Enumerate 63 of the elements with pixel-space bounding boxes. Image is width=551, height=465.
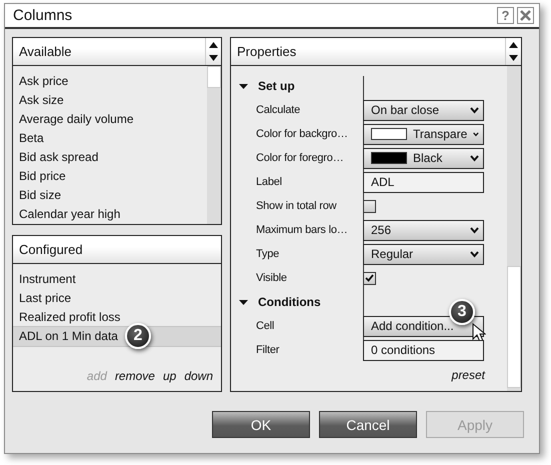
- scrollbar-thumb[interactable]: [507, 266, 521, 388]
- list-item[interactable]: Bid price: [13, 166, 207, 187]
- caret-icon: [470, 226, 479, 234]
- action-link[interactable]: up: [162, 369, 176, 383]
- color-dropdown[interactable]: Black: [363, 148, 484, 168]
- group-label: Conditions: [258, 295, 321, 309]
- list-item[interactable]: Beta: [13, 128, 207, 149]
- action-link[interactable]: down: [184, 369, 213, 383]
- caret-icon: [470, 154, 479, 162]
- step-callout: 3: [449, 298, 475, 324]
- dialog-button[interactable]: OK: [212, 411, 310, 438]
- property-label: Label: [255, 176, 283, 188]
- list-item[interactable]: Last price: [13, 288, 221, 309]
- dialog-button[interactable]: Cancel: [319, 411, 417, 438]
- panel-title: Available: [18, 44, 73, 59]
- dropdown[interactable]: Regular: [363, 244, 484, 264]
- caret-icon: [470, 106, 479, 114]
- add-condition-button[interactable]: Add condition...: [363, 316, 484, 336]
- property-label: Color for foregro…: [255, 152, 344, 164]
- step-callout: 2: [125, 323, 151, 349]
- property-label: Maximum bars lo…: [255, 224, 349, 236]
- list-item[interactable]: Bid ask spread: [13, 147, 207, 168]
- list-item[interactable]: Ask size: [13, 90, 207, 111]
- scroll-up-icon[interactable]: [509, 42, 518, 48]
- color-dropdown[interactable]: Transpare: [363, 124, 484, 144]
- expanded-triangle-icon[interactable]: [239, 298, 248, 306]
- scrollbar[interactable]: [507, 66, 521, 391]
- panel-title: Properties: [236, 44, 298, 59]
- checkbox[interactable]: [363, 200, 376, 212]
- dropdown[interactable]: 256: [363, 220, 484, 240]
- help-button[interactable]: ?: [497, 7, 514, 24]
- panel-title: Configured: [18, 242, 84, 257]
- scroll-down-icon[interactable]: [209, 55, 218, 62]
- list-item[interactable]: Average daily volume: [13, 109, 207, 130]
- property-label: Filter: [255, 344, 280, 356]
- property-label: Calculate: [255, 104, 302, 116]
- preset-link[interactable]: preset: [452, 368, 485, 382]
- property-label: Type: [255, 248, 280, 260]
- list-item[interactable]: ADL on 1 Min data 2: [13, 326, 221, 347]
- expanded-triangle-icon[interactable]: [239, 82, 248, 90]
- property-label: Color for backgro…: [255, 128, 349, 140]
- action-link[interactable]: remove: [114, 369, 155, 383]
- property-label: Cell: [255, 320, 276, 332]
- scrollbar-thumb[interactable]: [207, 66, 221, 88]
- dropdown[interactable]: On bar close: [363, 100, 484, 120]
- property-label: Visible: [255, 272, 288, 284]
- group-label: Set up: [258, 79, 295, 93]
- list-item[interactable]: Ask price: [13, 71, 207, 92]
- close-button[interactable]: [517, 7, 534, 24]
- list-item[interactable]: Instrument: [13, 269, 221, 290]
- list-item[interactable]: Calendar year high: [13, 204, 207, 225]
- checkbox[interactable]: [363, 272, 376, 284]
- list-item[interactable]: Bid size: [13, 185, 207, 206]
- window-title: Columns: [13, 7, 74, 24]
- scroll-up-icon[interactable]: [209, 42, 218, 48]
- scrollbar[interactable]: [207, 66, 221, 224]
- caret-icon: [470, 250, 479, 258]
- scroll-down-icon[interactable]: [509, 55, 518, 62]
- property-label: Show in total row: [255, 200, 338, 212]
- input-field[interactable]: ADL: [363, 172, 484, 192]
- caret-icon: [473, 130, 479, 138]
- mouse-pointer-icon: [472, 322, 486, 342]
- input-field[interactable]: 0 conditions: [363, 340, 484, 360]
